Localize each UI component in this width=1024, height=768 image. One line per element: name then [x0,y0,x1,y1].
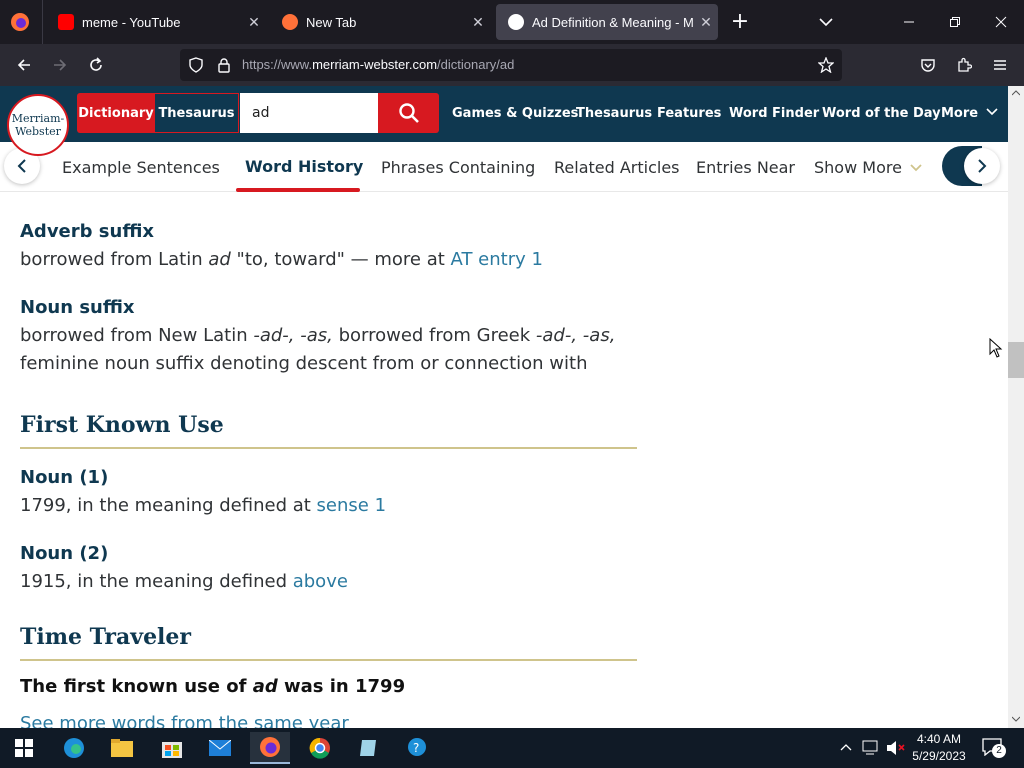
edge-icon[interactable] [54,732,94,764]
tab-strip: meme - YouTube ✕ New Tab ✕ Ad Definition… [0,0,1024,44]
subnav-show-more[interactable]: Show More [814,158,922,177]
chevron-down-icon [986,108,998,116]
page-scrollbar-thumb[interactable] [1008,342,1024,378]
notification-center-icon[interactable]: 2 [982,738,1006,760]
windows-start-icon[interactable] [4,732,44,764]
minimize-icon[interactable] [886,0,932,44]
subnav-entries-near[interactable]: Entries Near [696,158,795,177]
tab-new-tab[interactable]: New Tab ✕ [270,4,490,40]
nav-word-of-the-day[interactable]: Word of the Day [822,106,941,121]
at-entry-1-link[interactable]: AT entry 1 [451,249,543,270]
subnav-word-history[interactable]: Word History [245,157,363,176]
noun-etymology-line1: borrowed from New Latin -ad-, -as, borro… [20,325,616,346]
youtube-favicon-icon [58,14,74,30]
noun-1-heading: Noun (1) [20,467,109,488]
tracking-protection-shield-icon[interactable] [188,57,204,73]
microsoft-store-icon[interactable] [152,732,192,764]
url-text[interactable]: https://www.merriam-webster.com/dictiona… [242,57,514,72]
back-arrow-icon[interactable] [12,53,36,77]
tab-youtube[interactable]: meme - YouTube ✕ [46,4,266,40]
notepad-icon[interactable] [348,732,388,764]
chevron-down-icon [910,164,922,172]
merriam-webster-logo[interactable]: Merriam- Webster [7,94,69,156]
adverb-suffix-heading: Adverb suffix [20,221,154,242]
nav-word-finder[interactable]: Word Finder [729,106,819,121]
merriam-webster-favicon-icon [508,14,524,30]
svg-text:?: ? [413,741,419,755]
navigation-toolbar: https://www.merriam-webster.com/dictiona… [0,44,1024,86]
subnav-phrases-containing[interactable]: Phrases Containing [381,158,535,177]
list-all-tabs-chevron-icon[interactable] [816,12,836,32]
active-tab-underline [236,188,360,192]
scroll-down-arrow-icon[interactable] [1012,716,1020,722]
section-divider [20,659,637,661]
tab-title: Ad Definition & Meaning - Merriam-Webste… [532,14,694,30]
nav-features[interactable]: Features [657,106,721,121]
close-tab-icon[interactable]: ✕ [242,14,266,31]
first-known-use-heading: First Known Use [20,412,224,438]
close-window-icon[interactable] [978,0,1024,44]
search-icon [398,103,419,123]
time-traveler-heading: Time Traveler [20,624,192,650]
tab-divider [42,0,43,44]
file-explorer-icon[interactable] [102,732,142,764]
firefox-menu-icon[interactable] [10,12,30,32]
site-header: Merriam- Webster Dictionary Thesaurus ad … [0,86,1008,156]
nav-thesaurus[interactable]: Thesaurus [576,106,652,121]
restore-icon[interactable] [932,0,978,44]
search-button[interactable] [378,93,439,133]
lock-icon[interactable] [216,57,232,73]
forward-arrow-icon[interactable] [48,53,72,77]
bookmark-star-icon[interactable] [817,56,835,74]
close-tab-icon[interactable]: ✕ [466,14,490,31]
new-tab-plus-icon[interactable]: + [730,10,750,34]
thesaurus-tab-button[interactable]: Thesaurus [155,93,239,133]
tab-merriam-webster[interactable]: Ad Definition & Meaning - Merriam-Webste… [496,4,718,40]
section-divider [20,447,637,449]
noun-2-text: 1915, in the meaning defined above [20,571,348,592]
mouse-cursor-icon [989,338,1003,358]
hamburger-menu-icon[interactable] [988,53,1012,77]
noun-1-text: 1799, in the meaning defined at sense 1 [20,495,387,516]
subnav-example-sentences[interactable]: Example Sentences [62,158,220,177]
firefox-favicon-icon [282,14,298,30]
adverb-etymology-text: borrowed from Latin ad "to, toward" — mo… [20,249,543,270]
page-scrollbar-track[interactable] [1008,86,1024,728]
sense-1-link[interactable]: sense 1 [317,495,387,516]
tab-title: meme - YouTube [82,14,181,30]
quick-assist-icon[interactable]: ? [398,732,438,764]
subnav-related-articles[interactable]: Related Articles [554,158,680,177]
windows-taskbar: ? 4:40 AM 5/29/2023 2 [0,728,1024,768]
scroll-up-arrow-icon[interactable] [1012,90,1020,96]
search-input[interactable]: ad [240,93,378,133]
volume-muted-icon[interactable] [886,740,906,756]
above-link[interactable]: above [293,571,348,592]
section-subnav: Example Sentences Word History Phrases C… [0,142,1008,192]
noun-suffix-heading: Noun suffix [20,297,135,318]
notification-count-badge: 2 [992,744,1006,758]
address-bar[interactable]: https://www.merriam-webster.com/dictiona… [180,49,842,81]
subnav-scroll-right-icon[interactable] [964,148,1000,184]
nav-games-quizzes[interactable]: Games & Quizzes [452,106,578,121]
tab-title: New Tab [306,14,357,30]
noun-2-heading: Noun (2) [20,543,109,564]
reload-icon[interactable] [84,53,108,77]
network-icon[interactable] [862,740,880,756]
pocket-icon[interactable] [916,53,940,77]
dictionary-tab-button[interactable]: Dictionary [77,93,155,133]
time-traveler-text: The first known use of ad was in 1799 [20,676,406,697]
noun-etymology-line2: feminine noun suffix denoting descent fr… [20,353,588,374]
mail-icon[interactable] [200,732,240,764]
show-hidden-icons-chevron-icon[interactable] [838,740,854,756]
chrome-icon[interactable] [300,732,340,764]
system-clock[interactable]: 4:40 AM 5/29/2023 [908,731,970,765]
nav-more[interactable]: More [941,106,998,121]
close-tab-icon[interactable]: ✕ [694,14,718,31]
extensions-icon[interactable] [952,53,976,77]
firefox-taskbar-icon[interactable] [250,732,290,764]
